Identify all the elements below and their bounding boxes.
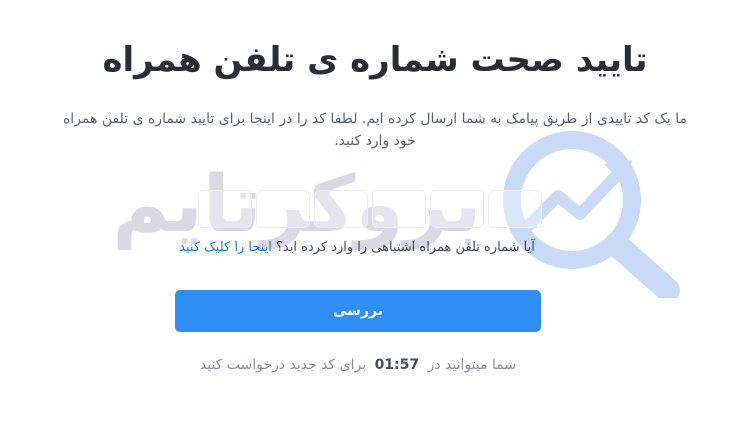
check-code-button[interactable]: بررسی — [175, 290, 541, 332]
verification-code-inputs — [198, 190, 542, 228]
code-digit-input[interactable] — [488, 190, 542, 228]
resend-prefix: شما میتوانید در — [427, 357, 517, 373]
wrong-number-prompt: آیا شماره تلفن همراه اشتباهی را وارد کرد… — [0, 240, 714, 255]
change-number-link[interactable]: اینجا را کلیک کنید — [179, 240, 272, 255]
code-digit-input[interactable] — [256, 190, 310, 228]
page-title: تایید صحت شماره ی تلفن همراه — [102, 40, 648, 80]
resend-timer-text: شما میتوانید در 01:57 برای کد جدید درخوا… — [0, 357, 716, 373]
code-digit-input[interactable] — [198, 190, 252, 228]
code-digit-input[interactable] — [372, 190, 426, 228]
page-description: ما یک کد تاییدی از طریق پیامک به شما ارس… — [62, 111, 688, 149]
wrong-number-question: آیا شماره تلفن همراه اشتباهی را وارد کرد… — [276, 240, 535, 255]
resend-countdown: 01:57 — [374, 357, 420, 373]
code-digit-input[interactable] — [430, 190, 484, 228]
resend-suffix: برای کد جدید درخواست کنید — [199, 357, 367, 373]
code-digit-input[interactable] — [314, 190, 368, 228]
